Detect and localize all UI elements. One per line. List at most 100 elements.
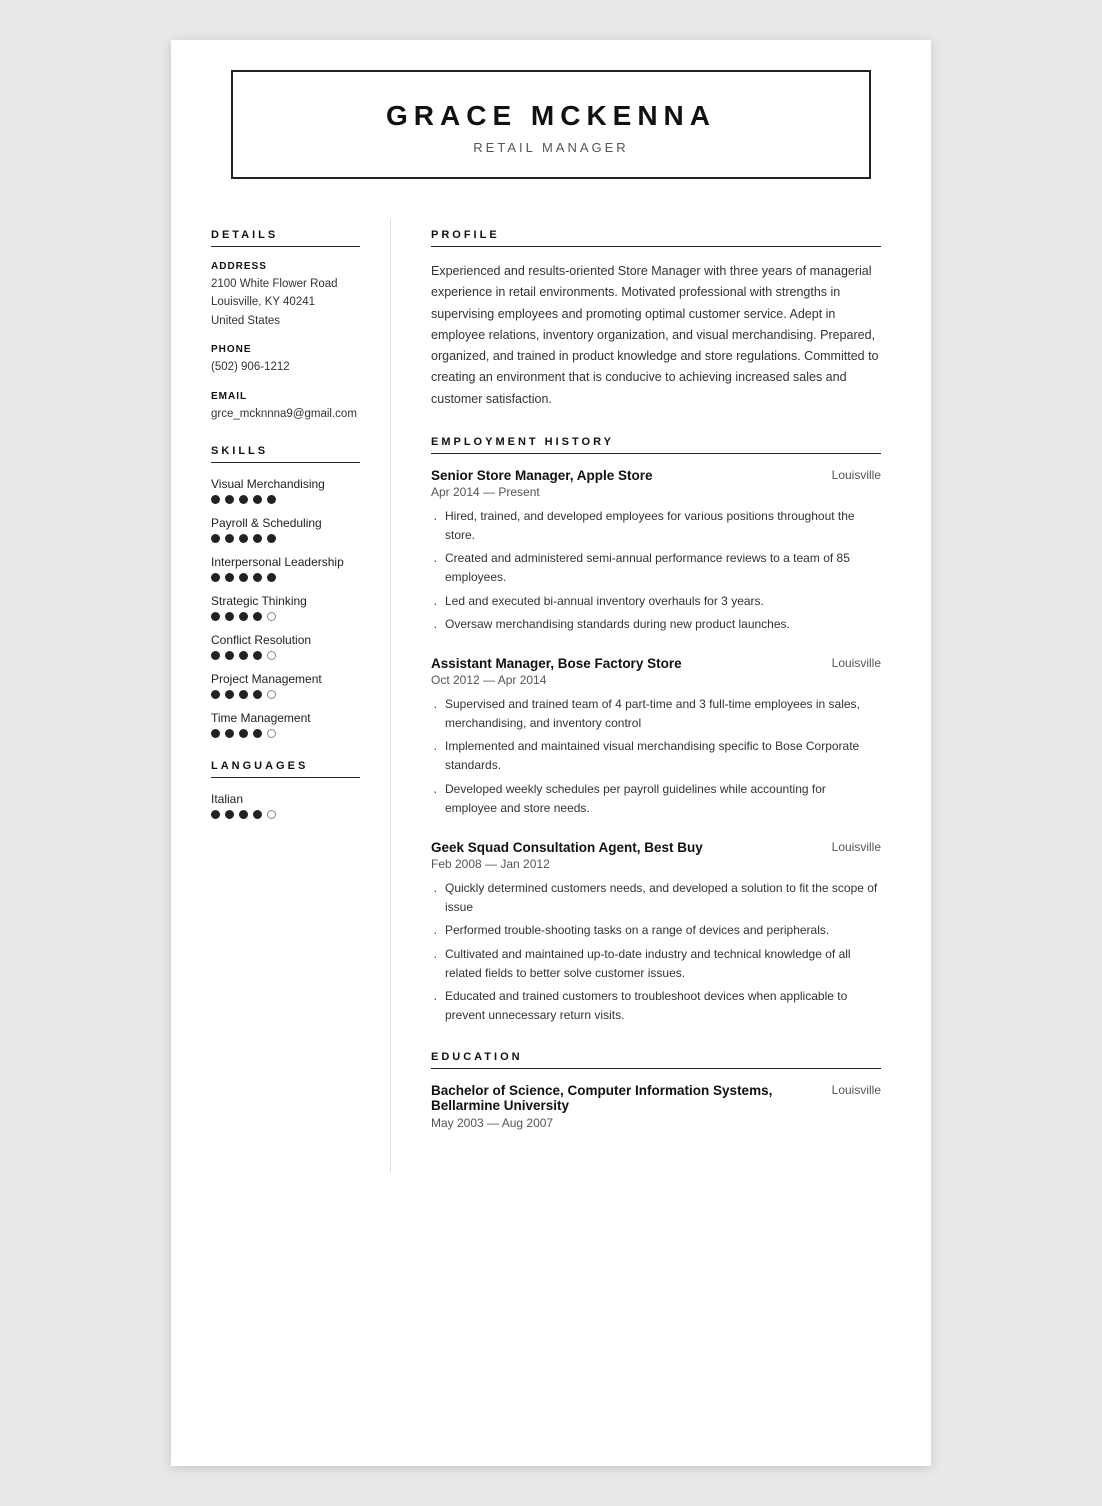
skill-name: Payroll & Scheduling bbox=[211, 516, 360, 530]
dot-filled bbox=[225, 495, 234, 504]
education-item: Bachelor of Science, Computer Informatio… bbox=[431, 1083, 881, 1130]
dot-filled bbox=[239, 651, 248, 660]
skill-dots bbox=[211, 495, 360, 504]
job-dates: Feb 2008 — Jan 2012 bbox=[431, 857, 881, 871]
dot-filled bbox=[239, 534, 248, 543]
dot-filled bbox=[267, 534, 276, 543]
languages-list: Italian bbox=[211, 792, 360, 819]
job-bullet: Created and administered semi-annual per… bbox=[431, 549, 881, 587]
job-bullet: Implemented and maintained visual mercha… bbox=[431, 737, 881, 775]
skills-list: Visual Merchandising Payroll & Scheduling… bbox=[211, 477, 360, 738]
dot-empty bbox=[267, 729, 276, 738]
email-label: EMAIL bbox=[211, 391, 360, 402]
dot-filled bbox=[253, 690, 262, 699]
dot-filled bbox=[267, 573, 276, 582]
dot-filled bbox=[211, 810, 220, 819]
email-subsection: EMAIL grce_mcknnna9@gmail.com bbox=[211, 391, 360, 423]
skill-item: Project Management bbox=[211, 672, 360, 699]
dot-filled bbox=[225, 612, 234, 621]
skills-section: SKILLS Visual MerchandisingPayroll & Sch… bbox=[211, 445, 360, 738]
skill-item: Payroll & Scheduling bbox=[211, 516, 360, 543]
job-bullet: Cultivated and maintained up-to-date ind… bbox=[431, 945, 881, 983]
job-item: Assistant Manager, Bose Factory Store Lou… bbox=[431, 656, 881, 818]
dot-filled bbox=[211, 573, 220, 582]
dot-filled bbox=[253, 534, 262, 543]
skill-name: Project Management bbox=[211, 672, 360, 686]
dot-filled bbox=[239, 729, 248, 738]
main-content: PROFILE Experienced and results-oriented… bbox=[391, 219, 931, 1172]
education-section: EDUCATION Bachelor of Science, Computer … bbox=[431, 1051, 881, 1130]
details-label: DETAILS bbox=[211, 229, 360, 247]
address-subsection: ADDRESS 2100 White Flower Road Louisvill… bbox=[211, 261, 360, 330]
dot-filled bbox=[253, 495, 262, 504]
dot-filled bbox=[225, 690, 234, 699]
dot-filled bbox=[211, 651, 220, 660]
skill-name: Visual Merchandising bbox=[211, 477, 360, 491]
job-bullet: Hired, trained, and developed employees … bbox=[431, 507, 881, 545]
dot-filled bbox=[253, 729, 262, 738]
address-label: ADDRESS bbox=[211, 261, 360, 272]
header-name: GRACE MCKENNA bbox=[273, 100, 829, 132]
job-bullet: Performed trouble-shooting tasks on a ra… bbox=[431, 921, 881, 940]
dot-filled bbox=[225, 729, 234, 738]
dot-filled bbox=[253, 651, 262, 660]
skill-dots bbox=[211, 534, 360, 543]
profile-text: Experienced and results-oriented Store M… bbox=[431, 261, 881, 410]
employment-section: EMPLOYMENT HISTORY Senior Store Manager,… bbox=[431, 436, 881, 1026]
language-item: Italian bbox=[211, 792, 360, 819]
jobs-list: Senior Store Manager, Apple Store Louisvi… bbox=[431, 468, 881, 1026]
header-title: RETAIL MANAGER bbox=[273, 140, 829, 155]
dot-filled bbox=[239, 810, 248, 819]
job-item: Senior Store Manager, Apple Store Louisvi… bbox=[431, 468, 881, 634]
job-title: Senior Store Manager, Apple Store bbox=[431, 468, 653, 483]
language-name: Italian bbox=[211, 792, 360, 806]
job-title: Assistant Manager, Bose Factory Store bbox=[431, 656, 682, 671]
job-header: Geek Squad Consultation Agent, Best BuyL… bbox=[431, 840, 881, 855]
header-wrapper: GRACE MCKENNA RETAIL MANAGER bbox=[171, 40, 931, 199]
dot-filled bbox=[211, 690, 220, 699]
job-dates: Apr 2014 — Present bbox=[431, 485, 881, 499]
dot-filled bbox=[253, 573, 262, 582]
skill-item: Time Management bbox=[211, 711, 360, 738]
address-line3: United States bbox=[211, 312, 360, 330]
dot-empty bbox=[267, 810, 276, 819]
dot-filled bbox=[267, 495, 276, 504]
job-location: Louisville bbox=[832, 468, 881, 482]
job-bullet: Oversaw merchandising standards during n… bbox=[431, 615, 881, 634]
dot-filled bbox=[239, 573, 248, 582]
job-bullets: Hired, trained, and developed employees … bbox=[431, 507, 881, 634]
dot-filled bbox=[211, 495, 220, 504]
skill-item: Interpersonal Leadership bbox=[211, 555, 360, 582]
dot-filled bbox=[211, 534, 220, 543]
skill-name: Interpersonal Leadership bbox=[211, 555, 360, 569]
dot-filled bbox=[225, 651, 234, 660]
job-location: Louisville bbox=[832, 656, 881, 670]
job-location: Louisville bbox=[832, 840, 881, 854]
languages-section: LANGUAGES Italian bbox=[211, 760, 360, 819]
dot-empty bbox=[267, 690, 276, 699]
profile-label: PROFILE bbox=[431, 229, 881, 247]
dot-filled bbox=[225, 810, 234, 819]
dot-filled bbox=[211, 612, 220, 621]
skill-dots bbox=[211, 573, 360, 582]
main-layout: DETAILS ADDRESS 2100 White Flower Road L… bbox=[171, 199, 931, 1212]
skill-dots bbox=[211, 651, 360, 660]
education-label: EDUCATION bbox=[431, 1051, 881, 1069]
address-line2: Louisville, KY 40241 bbox=[211, 293, 360, 311]
phone-label: PHONE bbox=[211, 344, 360, 355]
dot-filled bbox=[253, 810, 262, 819]
skill-name: Time Management bbox=[211, 711, 360, 725]
dot-filled bbox=[239, 690, 248, 699]
dot-empty bbox=[267, 651, 276, 660]
skill-item: Conflict Resolution bbox=[211, 633, 360, 660]
resume-page: GRACE MCKENNA RETAIL MANAGER DETAILS ADD… bbox=[171, 40, 931, 1466]
skill-dots bbox=[211, 612, 360, 621]
job-bullet: Quickly determined customers needs, and … bbox=[431, 879, 881, 917]
skill-dots bbox=[211, 729, 360, 738]
phone-value: (502) 906-1212 bbox=[211, 358, 360, 376]
education-list: Bachelor of Science, Computer Informatio… bbox=[431, 1083, 881, 1130]
dot-filled bbox=[225, 573, 234, 582]
job-bullets: Quickly determined customers needs, and … bbox=[431, 879, 881, 1025]
job-bullet: Led and executed bi-annual inventory ove… bbox=[431, 592, 881, 611]
employment-label: EMPLOYMENT HISTORY bbox=[431, 436, 881, 454]
